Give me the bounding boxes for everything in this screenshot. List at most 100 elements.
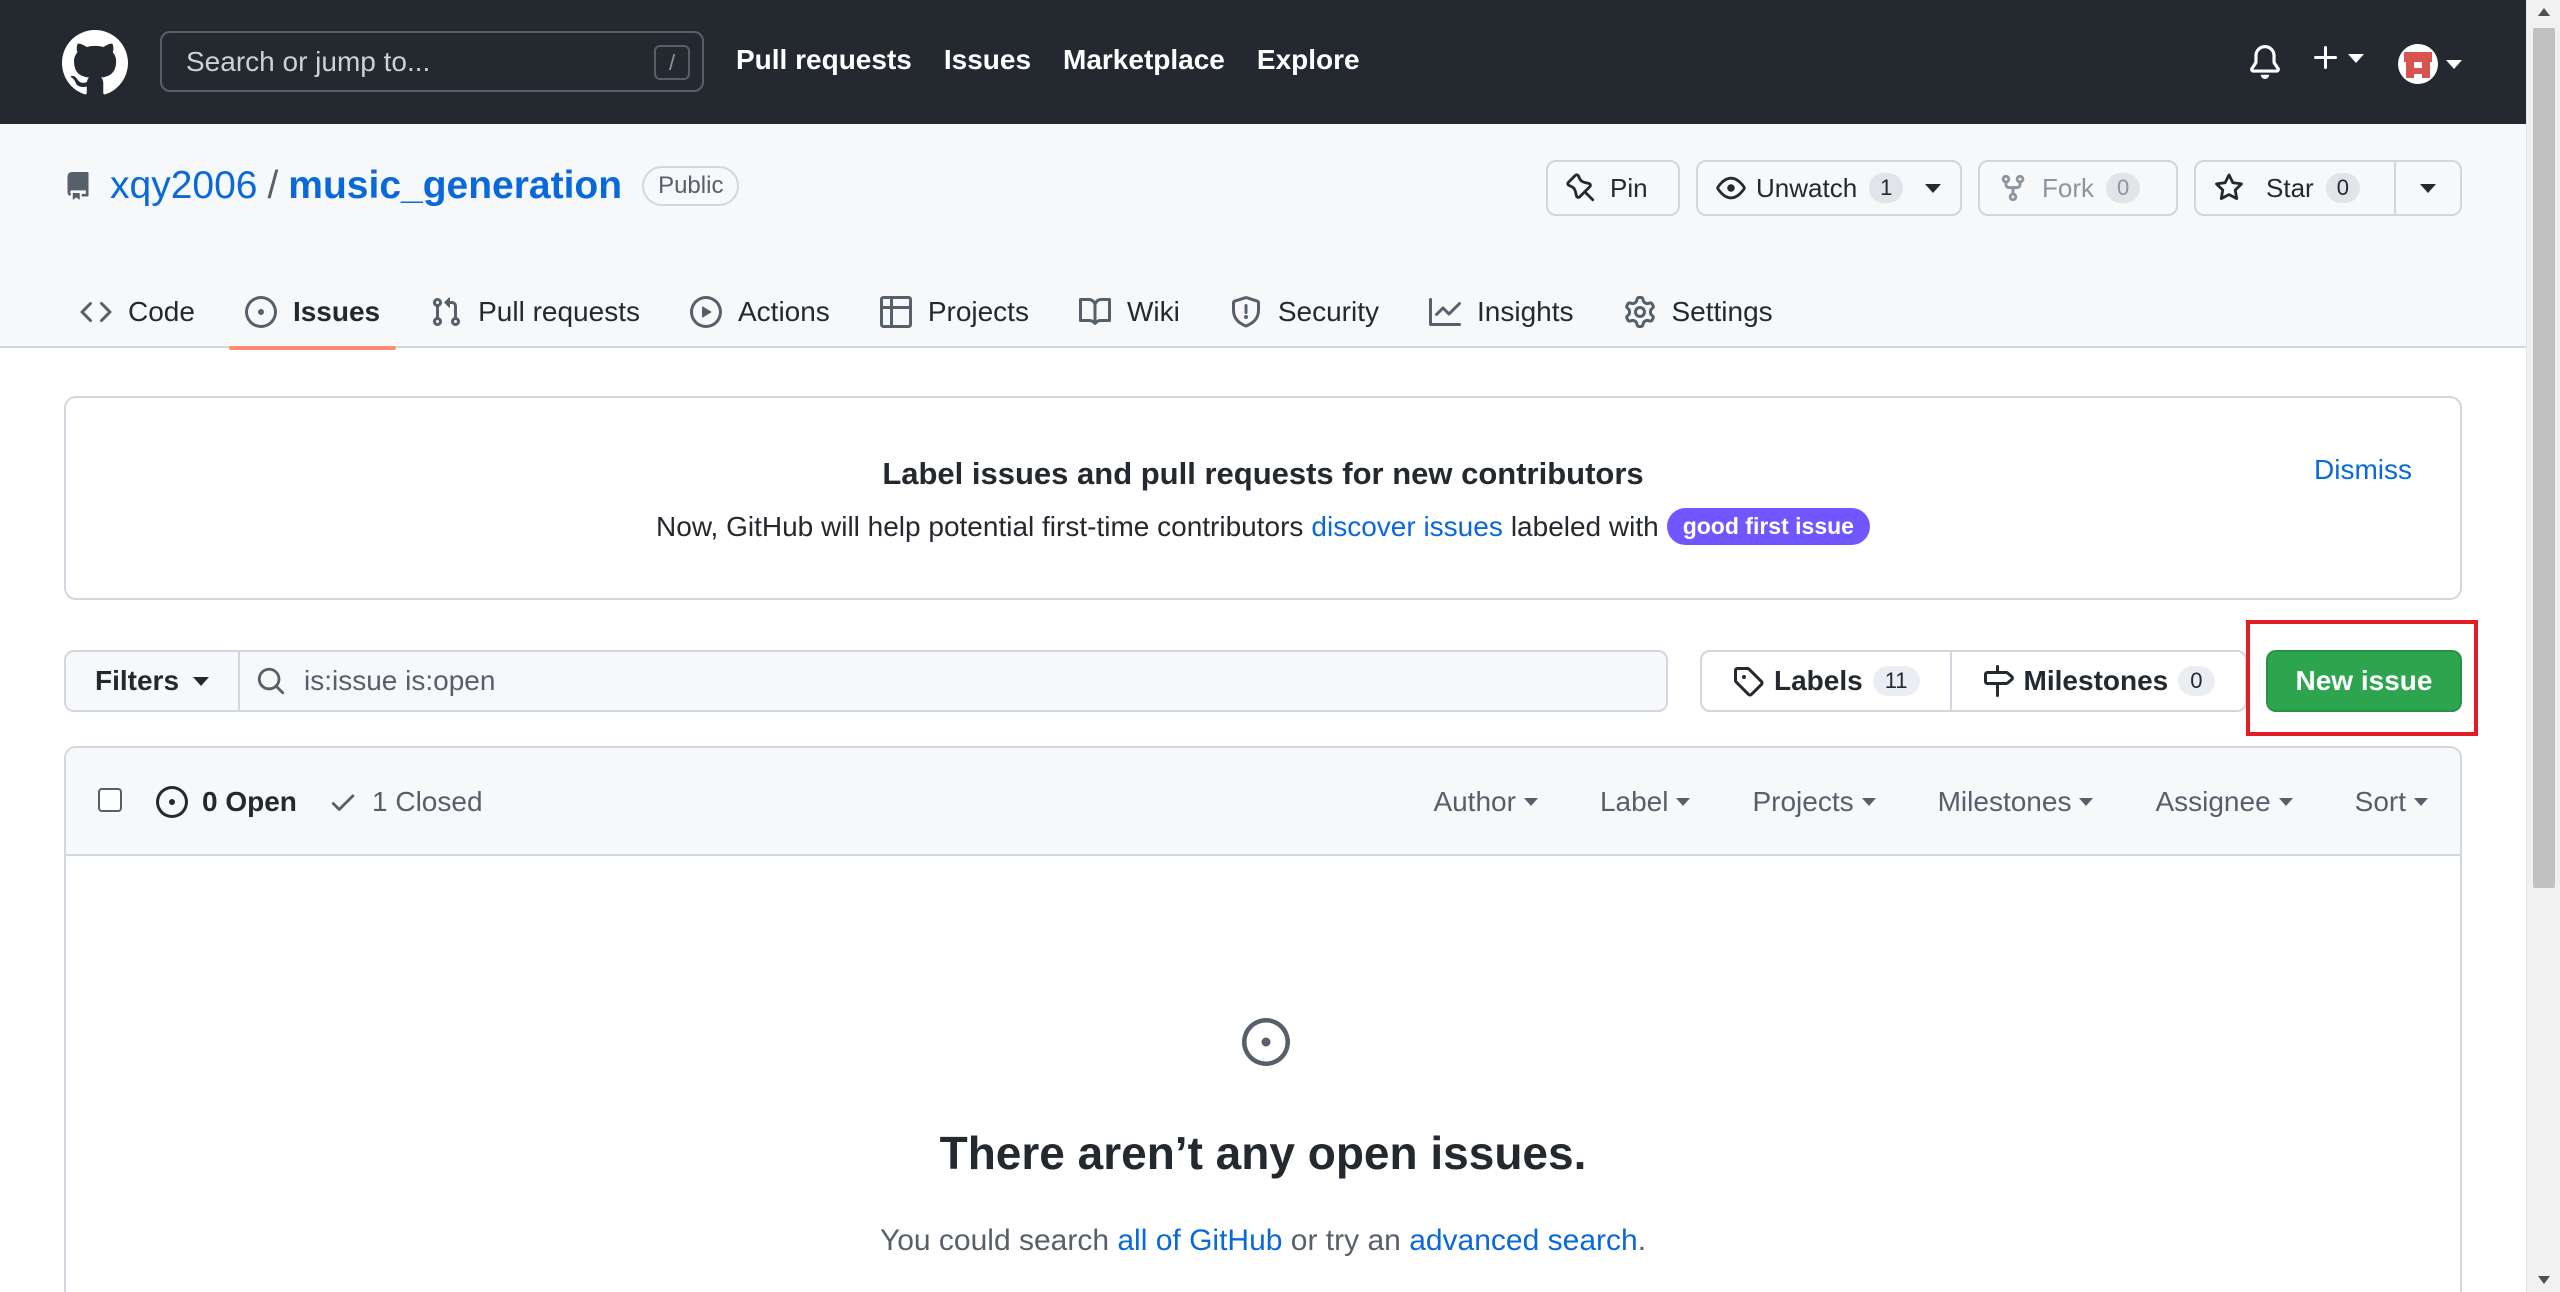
global-search-input[interactable] <box>186 45 626 78</box>
repo-path-separator: / <box>267 164 279 207</box>
milestones-label: Milestones <box>2023 665 2169 696</box>
milestones-count: 0 <box>2178 666 2215 696</box>
star-icon <box>2215 173 2243 201</box>
scroll-down-arrow-icon[interactable] <box>2538 1276 2550 1284</box>
milestones-button[interactable]: Milestones 0 <box>1949 652 2245 710</box>
nav-marketplace[interactable]: Marketplace <box>1063 44 1225 76</box>
tab-code[interactable]: Code <box>64 276 211 348</box>
labels-milestones-group: Labels 11 Milestones 0 <box>1700 650 2247 712</box>
new-issue-button[interactable]: New issue <box>2266 650 2462 712</box>
star-lists-dropdown[interactable] <box>2396 160 2462 216</box>
issue-filter-bar: Filters <box>64 650 1668 712</box>
chevron-down-icon <box>1861 798 1876 806</box>
gear-icon <box>1624 296 1655 328</box>
nav-issues[interactable]: Issues <box>944 44 1031 76</box>
select-all-checkbox[interactable] <box>98 788 122 812</box>
milestones-filter[interactable]: Milestones <box>1938 786 2094 818</box>
graph-icon <box>1429 298 1461 326</box>
repo-title: xqy2006 / music_generation Public <box>64 164 740 208</box>
sort-filter-label: Sort <box>2354 786 2406 817</box>
tab-wiki-label: Wiki <box>1126 296 1180 327</box>
open-count-label: 0 Open <box>202 786 297 817</box>
eye-icon <box>1716 176 1746 200</box>
tab-issues[interactable]: Issues <box>228 276 397 350</box>
watch-count: 1 <box>1869 173 1904 203</box>
check-icon <box>331 794 355 811</box>
issue-list-filters: Author Label Projects Milestones Assigne… <box>1433 786 2428 818</box>
label-filter[interactable]: Label <box>1600 786 1691 818</box>
repo-icon <box>67 172 89 200</box>
star-action: Star 0 <box>2194 160 2462 216</box>
milestone-icon <box>1983 665 2014 697</box>
sort-filter[interactable]: Sort <box>2355 786 2428 818</box>
global-search[interactable]: / <box>160 31 704 92</box>
issue-search-input[interactable] <box>304 665 1604 697</box>
open-issues-toggle[interactable]: 0 Open <box>156 786 297 818</box>
tab-pull-requests[interactable]: Pull requests <box>414 276 656 348</box>
filters-label: Filters <box>94 665 180 696</box>
unwatch-button[interactable]: Unwatch 1 <box>1696 160 1962 216</box>
watch-action: Unwatch 1 <box>1696 160 1962 216</box>
good-first-issue-label[interactable]: good first issue <box>1666 508 1870 545</box>
chevron-down-icon <box>2420 183 2436 193</box>
fork-icon <box>2001 174 2025 202</box>
all-of-github-link[interactable]: all of GitHub <box>1117 1224 1282 1257</box>
dismiss-link[interactable]: Dismiss <box>2314 454 2412 486</box>
global-nav: Pull requests Issues Marketplace Explore <box>736 44 1360 76</box>
tab-projects[interactable]: Projects <box>864 276 1045 348</box>
tab-security-label: Security <box>1277 296 1379 327</box>
nav-pull-requests[interactable]: Pull requests <box>736 44 912 76</box>
chevron-down-icon <box>193 676 210 686</box>
advanced-search-link[interactable]: advanced search <box>1409 1224 1638 1257</box>
tab-security[interactable]: Security <box>1214 276 1395 348</box>
shield-icon <box>1231 296 1260 328</box>
global-header: / Pull requests Issues Marketplace Explo… <box>0 0 2526 124</box>
empty-state-title: There aren’t any open issues. <box>939 1127 1587 1179</box>
issue-opened-icon <box>244 296 277 328</box>
repo-name-link[interactable]: music_generation <box>288 164 622 208</box>
repo-tabs: Code Issues Pull requests Actions Projec… <box>64 276 1807 350</box>
discover-issues-link[interactable]: discover issues <box>1311 511 1502 543</box>
tab-insights[interactable]: Insights <box>1413 276 1590 348</box>
labels-label: Labels <box>1774 665 1863 696</box>
scroll-up-arrow-icon[interactable] <box>2538 8 2550 16</box>
notifications-bell-icon[interactable] <box>2248 44 2282 80</box>
milestones-filter-label: Milestones <box>1937 786 2072 817</box>
repository-header: xqy2006 / music_generation Public Pin Un… <box>0 124 2526 350</box>
create-new-menu[interactable] <box>2310 42 2364 74</box>
filters-dropdown-button[interactable]: Filters <box>66 652 240 710</box>
label-filter-label: Label <box>1599 786 1669 817</box>
star-button[interactable]: Star 0 <box>2194 160 2396 216</box>
author-filter-label: Author <box>1433 786 1516 817</box>
closed-issues-toggle[interactable]: 1 Closed <box>328 786 483 818</box>
github-logo-icon[interactable] <box>62 30 128 96</box>
tab-insights-label: Insights <box>1477 296 1574 327</box>
tab-settings[interactable]: Settings <box>1608 276 1789 348</box>
nav-explore[interactable]: Explore <box>1257 44 1360 76</box>
scrollbar-thumb[interactable] <box>2533 28 2555 888</box>
tab-projects-label: Projects <box>927 296 1029 327</box>
projects-filter[interactable]: Projects <box>1752 786 1876 818</box>
fork-button[interactable]: Fork 0 <box>1978 160 2178 216</box>
labels-button[interactable]: Labels 11 <box>1702 652 1950 710</box>
chevron-down-icon <box>1676 798 1691 806</box>
user-menu[interactable] <box>2398 44 2462 84</box>
contributor-banner: Label issues and pull requests for new c… <box>64 396 2462 600</box>
banner-text-after: labeled with <box>1510 510 1659 542</box>
unwatch-label: Unwatch <box>1756 172 1858 203</box>
repo-owner-link[interactable]: xqy2006 <box>110 164 257 208</box>
fork-label: Fork <box>2042 172 2094 203</box>
fork-action: Fork 0 <box>1978 160 2178 216</box>
issues-list-header: 0 Open 1 Closed Author Label Projects Mi… <box>66 748 2460 856</box>
author-filter[interactable]: Author <box>1433 786 1538 818</box>
tab-wiki[interactable]: Wiki <box>1063 276 1196 348</box>
assignee-filter[interactable]: Assignee <box>2155 786 2293 818</box>
tab-actions[interactable]: Actions <box>674 276 846 348</box>
issue-search[interactable] <box>240 652 1666 710</box>
chevron-down-icon <box>1925 183 1942 193</box>
page-scrollbar[interactable] <box>2526 0 2560 1292</box>
pin-button[interactable]: Pin <box>1546 160 1680 216</box>
banner-title: Label issues and pull requests for new c… <box>882 456 1644 491</box>
pin-action: Pin <box>1546 160 1680 216</box>
issue-opened-icon <box>156 786 188 818</box>
